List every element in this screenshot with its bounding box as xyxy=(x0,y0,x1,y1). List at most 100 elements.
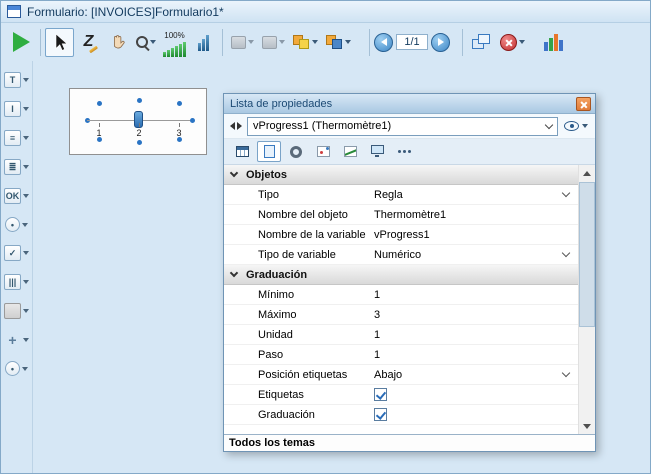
selection-handle[interactable] xyxy=(190,118,195,123)
property-value-text: 3 xyxy=(374,309,380,321)
property-value[interactable]: Abajo xyxy=(374,369,578,381)
edit-control-button[interactable]: I xyxy=(4,101,29,117)
property-value[interactable]: 1 xyxy=(374,289,578,301)
pan-tool-button[interactable] xyxy=(103,28,132,57)
property-value[interactable]: vProgress1 xyxy=(374,229,578,241)
scrollbar[interactable] xyxy=(578,165,595,434)
property-value[interactable]: 1 xyxy=(374,329,578,341)
property-value[interactable]: 3 xyxy=(374,309,578,321)
slider-tick xyxy=(139,123,140,127)
property-value-text: 1 xyxy=(374,349,380,361)
slider-control-button[interactable]: ||| xyxy=(4,274,29,290)
tab-details[interactable] xyxy=(230,141,254,162)
chart-button[interactable] xyxy=(539,28,568,57)
previous-page-button[interactable] xyxy=(374,33,393,52)
selection-handle[interactable] xyxy=(137,140,142,145)
property-label: Graduación xyxy=(224,409,374,421)
tab-settings[interactable] xyxy=(284,141,308,162)
tab-chart[interactable] xyxy=(338,141,362,162)
dropdown-arrow-icon[interactable] xyxy=(23,78,29,82)
close-button[interactable] xyxy=(576,97,591,111)
select-tool-button[interactable] xyxy=(45,28,74,57)
object-selector-combo[interactable]: vProgress1 (Thermomètre1) xyxy=(247,117,558,136)
scroll-down-button[interactable] xyxy=(579,418,595,434)
properties-panel: Lista de propiedades vProgress1 (Thermom… xyxy=(223,93,596,452)
slider-tick xyxy=(99,123,100,127)
object-nav-buttons[interactable] xyxy=(228,122,244,130)
dropdown-arrow-icon[interactable] xyxy=(23,251,29,255)
alignment-tool-button[interactable] xyxy=(227,28,258,57)
form-canvas[interactable]: 123 Lista de propiedades vProgress1 (The… xyxy=(33,61,650,473)
properties-panel-titlebar[interactable]: Lista de propiedades xyxy=(224,94,595,114)
prev-object-icon[interactable] xyxy=(230,122,235,130)
dropdown-arrow-icon[interactable] xyxy=(23,280,29,284)
run-test-button[interactable] xyxy=(7,28,36,57)
dropdown-chevron-icon[interactable] xyxy=(562,249,570,257)
duplicate-window-button[interactable] xyxy=(467,28,496,57)
tab-binding[interactable] xyxy=(311,141,335,162)
tab-more[interactable] xyxy=(392,141,416,162)
list-control-icon: ≡ xyxy=(4,130,21,146)
property-value[interactable]: Thermomètre1 xyxy=(374,209,578,221)
selection-handle[interactable] xyxy=(97,101,102,106)
zoom-tool-button[interactable] xyxy=(132,28,160,57)
form-preview[interactable]: 123 xyxy=(69,88,207,155)
property-value[interactable] xyxy=(374,388,578,401)
property-value-text: Thermomètre1 xyxy=(374,209,446,221)
property-value[interactable] xyxy=(374,408,578,421)
dropdown-chevron-icon[interactable] xyxy=(562,369,570,377)
stop-button[interactable] xyxy=(496,28,529,57)
property-value[interactable]: Regla xyxy=(374,189,578,201)
alignment-icon xyxy=(231,36,246,49)
spin-control-button[interactable]: • xyxy=(5,361,28,376)
color-tool-button[interactable] xyxy=(289,28,322,57)
section-header[interactable]: Graduación xyxy=(224,265,578,285)
checkbox[interactable] xyxy=(374,388,387,401)
dropdown-arrow-icon[interactable] xyxy=(23,309,29,313)
visibility-button[interactable] xyxy=(561,121,591,131)
slider-control-icon: ||| xyxy=(4,274,21,290)
property-row: Mínimo1 xyxy=(224,285,578,305)
dropdown-arrow-icon[interactable] xyxy=(23,107,29,111)
property-row: Paso1 xyxy=(224,345,578,365)
checkbox[interactable] xyxy=(374,408,387,421)
selection-handle[interactable] xyxy=(177,101,182,106)
object-selector-row: vProgress1 (Thermomètre1) xyxy=(224,114,595,139)
dropdown-chevron-icon[interactable] xyxy=(562,189,570,197)
zoom-level-control[interactable]: 100% xyxy=(163,27,186,57)
scroll-up-button[interactable] xyxy=(579,165,595,181)
properties-tab-bar xyxy=(224,139,595,165)
next-page-button[interactable] xyxy=(431,33,450,52)
radio-control-button[interactable]: • xyxy=(5,217,28,232)
next-object-icon[interactable] xyxy=(237,122,242,130)
dropdown-arrow-icon[interactable] xyxy=(23,338,29,342)
panel-control-button[interactable] xyxy=(4,303,29,319)
section-header[interactable]: Objetos xyxy=(224,165,578,185)
selection-handle[interactable] xyxy=(137,98,142,103)
check-control-button[interactable]: ✓ xyxy=(4,245,29,261)
splitter-control-button[interactable]: + xyxy=(4,332,29,348)
static-text-control-button[interactable]: T xyxy=(4,72,29,88)
fit-view-button[interactable] xyxy=(189,28,218,57)
list-control-button[interactable]: ≡ xyxy=(4,130,29,146)
dropdown-arrow-icon[interactable] xyxy=(23,136,29,140)
zoom-z-tool-button[interactable]: Z xyxy=(74,28,103,57)
tab-display[interactable] xyxy=(365,141,389,162)
layout-tool-button[interactable] xyxy=(258,28,289,57)
dropdown-arrow-icon[interactable] xyxy=(23,165,29,169)
tab-ui[interactable] xyxy=(257,141,281,162)
dropdown-arrow-icon[interactable] xyxy=(22,223,28,227)
zoom-bars-icon xyxy=(163,41,186,57)
property-value[interactable]: 1 xyxy=(374,349,578,361)
style-tool-button[interactable] xyxy=(322,28,355,57)
bar-chart-icon xyxy=(544,34,563,51)
property-value[interactable]: Numérico xyxy=(374,249,578,261)
dropdown-arrow-icon[interactable] xyxy=(23,194,29,198)
property-row: Graduación xyxy=(224,405,578,425)
dropdown-arrow-icon[interactable] xyxy=(22,367,28,371)
property-value-text: 1 xyxy=(374,329,380,341)
hand-icon xyxy=(109,33,127,51)
scrollbar-thumb[interactable] xyxy=(579,182,595,327)
button-control-button[interactable]: OK xyxy=(4,188,29,204)
combo-control-button[interactable]: ≣ xyxy=(4,159,29,175)
